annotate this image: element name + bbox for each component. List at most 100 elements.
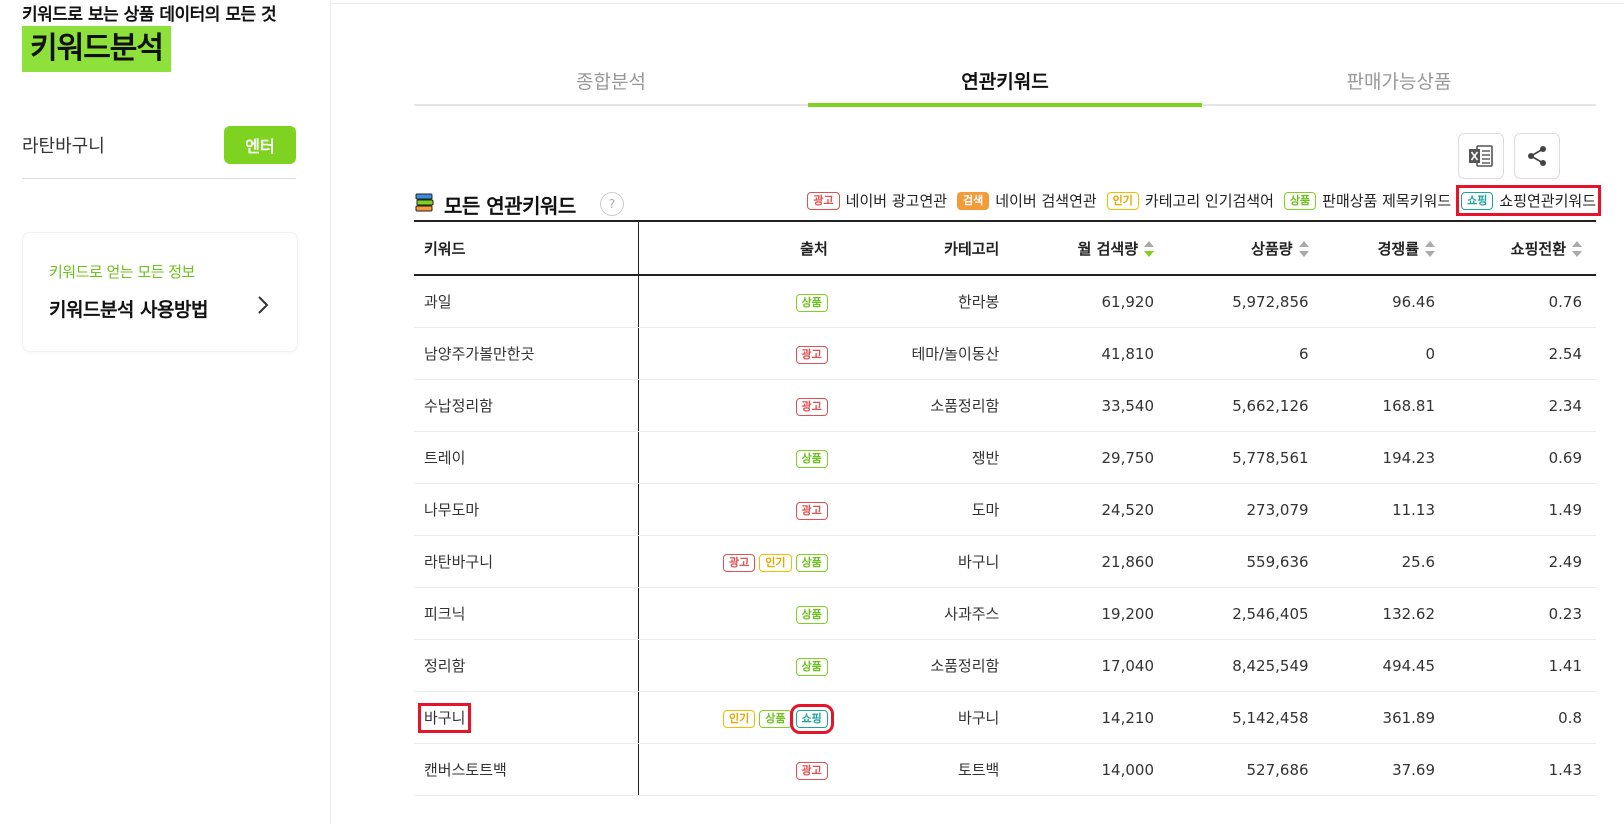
search-badge: 검색 bbox=[957, 191, 990, 210]
competition-cell: 96.46 bbox=[1322, 275, 1450, 328]
keyword-text[interactable]: 나무도마 bbox=[424, 501, 479, 519]
legend-item-product: 상품 판매상품 제목키워드 bbox=[1283, 190, 1452, 211]
conversion-cell: 2.54 bbox=[1449, 327, 1596, 380]
monthly-search-cell: 29,750 bbox=[1013, 431, 1169, 484]
brand-logo: 키워드분석 bbox=[22, 26, 171, 72]
table-row[interactable]: 트레이 상품 쟁반 29,750 5,778,561 194.23 0.69 bbox=[414, 431, 1596, 484]
usage-guide-card[interactable]: 키워드로 얻는 모든 정보 키워드분석 사용방법 bbox=[22, 232, 298, 352]
table-row[interactable]: 캔버스토트백 광고 토트백 14,000 527,686 37.69 1.43 bbox=[414, 743, 1596, 796]
legend-label: 네이버 광고연관 bbox=[845, 192, 948, 210]
table-row[interactable]: 수납정리함 광고 소품정리함 33,540 5,662,126 168.81 2.34 bbox=[414, 379, 1596, 432]
excel-download-button[interactable] bbox=[1458, 133, 1504, 179]
source-cell: 상품 bbox=[638, 275, 842, 328]
competition-cell: 0 bbox=[1322, 327, 1450, 380]
keyword-cell[interactable]: 캔버스토트백 bbox=[414, 743, 639, 796]
table-row[interactable]: 남양주가볼만한곳 광고 테마/놀이동산 41,810 6 0 2.54 bbox=[414, 327, 1596, 380]
keyword-cell[interactable]: 과일 bbox=[414, 275, 639, 328]
category-cell: 쟁반 bbox=[841, 431, 1014, 484]
guide-subtitle: 키워드로 얻는 모든 정보 bbox=[49, 263, 195, 281]
legend-label: 판매상품 제목키워드 bbox=[1322, 192, 1452, 210]
popular-badge: 인기 bbox=[1106, 191, 1139, 210]
top-divider bbox=[330, 3, 1624, 4]
keyword-cell[interactable]: 라탄바구니 bbox=[414, 535, 639, 588]
product-badge: 상품 bbox=[795, 449, 828, 468]
keyword-cell[interactable]: 트레이 bbox=[414, 431, 639, 484]
table-row[interactable]: 과일 상품 한라봉 61,920 5,972,856 96.46 0.76 bbox=[414, 275, 1596, 328]
keyword-cell[interactable]: 정리함 bbox=[414, 639, 639, 692]
monthly-search-cell: 17,040 bbox=[1013, 639, 1169, 692]
header-label: 월 검색량 bbox=[1077, 239, 1139, 258]
header-label: 상품량 bbox=[1251, 239, 1293, 258]
enter-button[interactable]: 엔터 bbox=[224, 126, 296, 164]
sort-icon[interactable] bbox=[1298, 241, 1309, 257]
tab-sellable-products[interactable]: 판매가능상품 bbox=[1202, 62, 1596, 104]
tab-related-keywords[interactable]: 연관키워드 bbox=[808, 62, 1202, 107]
monthly-search-cell: 14,210 bbox=[1013, 691, 1169, 744]
sort-icon[interactable] bbox=[1425, 241, 1436, 257]
header-shopping-conversion[interactable]: 쇼핑전환 bbox=[1449, 220, 1596, 276]
conversion-cell: 2.49 bbox=[1449, 535, 1596, 588]
product-count-cell: 273,079 bbox=[1168, 483, 1323, 536]
keyword-text[interactable]: 캔버스토트백 bbox=[424, 761, 507, 779]
tagline: 키워드로 보는 상품 데이터의 모든 것 bbox=[22, 5, 277, 25]
keyword-text[interactable]: 수납정리함 bbox=[424, 397, 493, 415]
header-monthly-search[interactable]: 월 검색량 bbox=[1013, 220, 1169, 276]
keyword-text[interactable]: 피크닉 bbox=[424, 605, 465, 623]
keyword-cell[interactable]: 바구니 bbox=[414, 691, 639, 744]
table-row[interactable]: 피크닉 상품 사과주스 19,200 2,546,405 132.62 0.23 bbox=[414, 587, 1596, 640]
analysis-tabs: 종합분석 연관키워드 판매가능상품 bbox=[414, 62, 1596, 107]
conversion-cell: 1.43 bbox=[1449, 743, 1596, 796]
source-cell: 광고 bbox=[638, 483, 842, 536]
table-row[interactable]: 나무도마 광고 도마 24,520 273,079 11.13 1.49 bbox=[414, 483, 1596, 536]
table-row[interactable]: 정리함 상품 소품정리함 17,040 8,425,549 494.45 1.41 bbox=[414, 639, 1596, 692]
ad-badge: 광고 bbox=[795, 501, 828, 520]
category-cell: 테마/놀이동산 bbox=[841, 327, 1014, 380]
product-badge: 상품 bbox=[795, 293, 828, 312]
header-competition[interactable]: 경쟁률 bbox=[1322, 220, 1450, 276]
keyword-cell[interactable]: 수납정리함 bbox=[414, 379, 639, 432]
category-cell: 토트백 bbox=[841, 743, 1014, 796]
keyword-text[interactable]: 남양주가볼만한곳 bbox=[424, 345, 534, 363]
shopping-badge: 쇼핑 bbox=[789, 703, 834, 734]
monthly-search-cell: 41,810 bbox=[1013, 327, 1169, 380]
shopping-badge: 쇼핑 bbox=[1461, 191, 1494, 210]
header-product-count[interactable]: 상품량 bbox=[1168, 220, 1323, 276]
source-cell: 광고 bbox=[638, 327, 842, 380]
monthly-search-cell: 19,200 bbox=[1013, 587, 1169, 640]
legend-item-shopping: 쇼핑 쇼핑연관키워드 bbox=[1456, 185, 1601, 216]
ad-badge: 광고 bbox=[795, 761, 828, 780]
keyword-cell[interactable]: 남양주가볼만한곳 bbox=[414, 327, 639, 380]
source-cell: 상품 bbox=[638, 587, 842, 640]
header-label: 쇼핑전환 bbox=[1510, 239, 1566, 258]
keyword-text[interactable]: 트레이 bbox=[424, 449, 465, 467]
conversion-cell: 0.69 bbox=[1449, 431, 1596, 484]
product-count-cell: 5,142,458 bbox=[1168, 691, 1323, 744]
header-label: 경쟁률 bbox=[1377, 239, 1420, 258]
category-cell: 바구니 bbox=[841, 691, 1014, 744]
keyword-cell[interactable]: 나무도마 bbox=[414, 483, 639, 536]
keyword-cell[interactable]: 피크닉 bbox=[414, 587, 639, 640]
category-cell: 바구니 bbox=[841, 535, 1014, 588]
keyword-text[interactable]: 라탄바구니 bbox=[424, 553, 493, 571]
competition-cell: 361.89 bbox=[1322, 691, 1450, 744]
search-input[interactable] bbox=[22, 126, 212, 164]
competition-cell: 168.81 bbox=[1322, 379, 1450, 432]
keyword-text[interactable]: 정리함 bbox=[424, 657, 465, 675]
table-header-row: 키워드 출처 카테고리 월 검색량 상품량 경쟁률 쇼핑전환 bbox=[414, 220, 1596, 276]
legend-item-ad: 광고 네이버 광고연관 bbox=[807, 190, 947, 211]
monthly-search-cell: 33,540 bbox=[1013, 379, 1169, 432]
conversion-cell: 0.76 bbox=[1449, 275, 1596, 328]
sort-icon[interactable] bbox=[1572, 241, 1582, 257]
tab-overview[interactable]: 종합분석 bbox=[414, 62, 808, 104]
help-icon[interactable]: ? bbox=[600, 192, 624, 216]
legend-label: 네이버 검색연관 bbox=[995, 192, 1097, 210]
product-badge: 상품 bbox=[1283, 191, 1317, 210]
keyword-text[interactable]: 바구니 bbox=[417, 703, 472, 733]
table-row[interactable]: 바구니 인기 상품 쇼핑 바구니 14,210 5,142,458 361.89 0.8 bbox=[414, 691, 1596, 744]
table-row[interactable]: 라탄바구니 광고 인기 상품 바구니 21,860 559,636 25.6 2.49 bbox=[414, 535, 1596, 588]
keyword-text[interactable]: 과일 bbox=[424, 293, 452, 311]
share-button[interactable] bbox=[1514, 133, 1560, 179]
competition-cell: 194.23 bbox=[1322, 431, 1450, 484]
sort-icon[interactable] bbox=[1144, 241, 1155, 257]
monthly-search-cell: 14,000 bbox=[1013, 743, 1169, 796]
